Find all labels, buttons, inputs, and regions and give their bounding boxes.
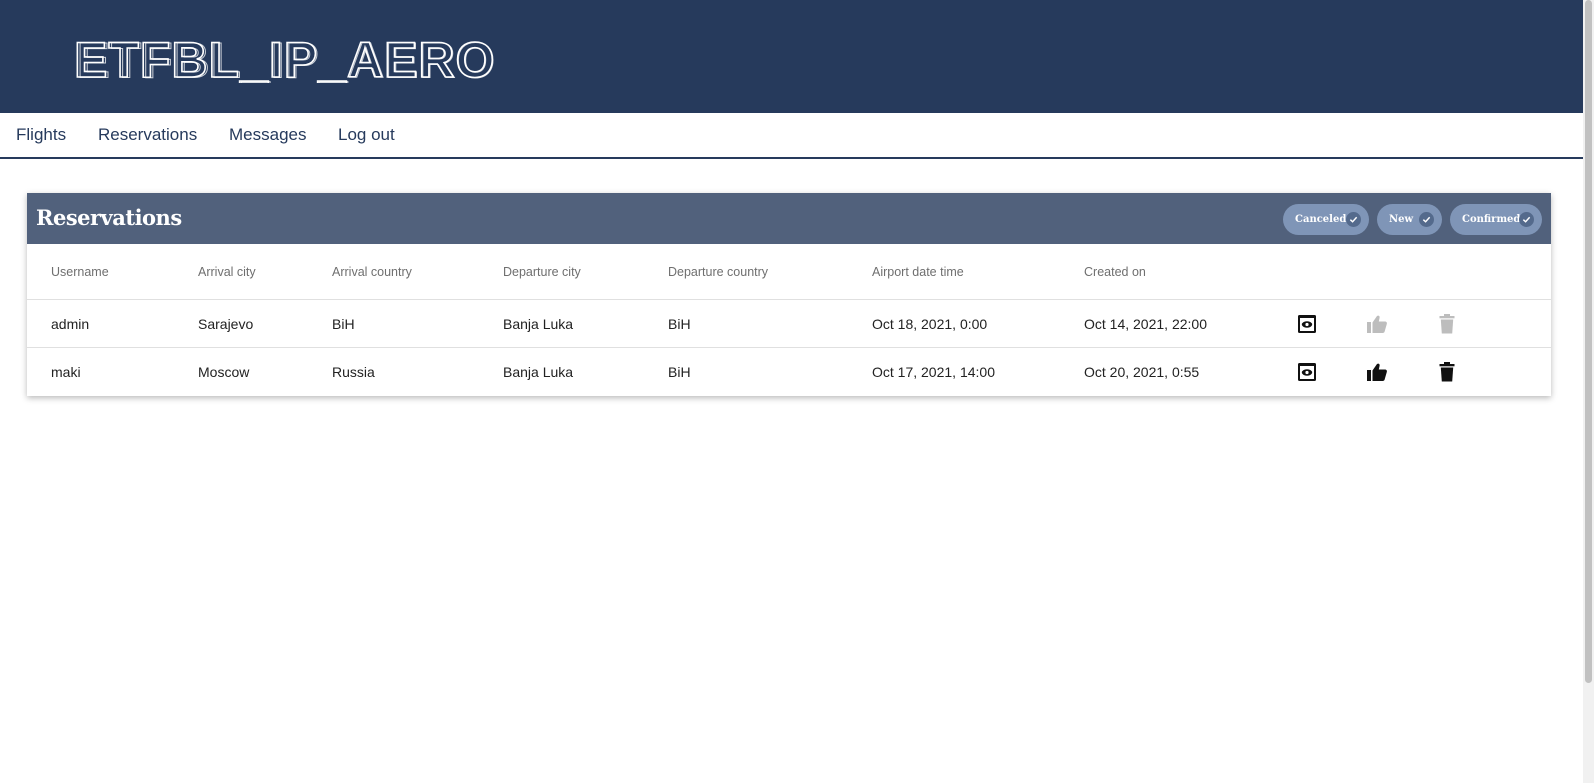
cell-arrival-city: Sarajevo: [198, 316, 254, 332]
column-header-username[interactable]: Username: [51, 265, 109, 279]
nav-reservations[interactable]: Reservations: [98, 125, 197, 145]
column-header-arrival-country[interactable]: Arrival country: [332, 265, 412, 279]
cell-username: maki: [51, 364, 81, 380]
cell-airport-date-time: Oct 18, 2021, 0:00: [872, 316, 988, 332]
cell-created-on: Oct 20, 2021, 0:55: [1084, 364, 1200, 380]
filter-chip-label: Confirmed: [1462, 214, 1521, 225]
app-header: ETFBL_IP_AERO ETFBL_IP_AERO: [0, 0, 1583, 113]
cell-departure-city: Banja Luka: [503, 364, 574, 380]
check-icon: [1519, 212, 1534, 227]
nav-flights[interactable]: Flights: [16, 125, 66, 145]
trash-icon[interactable]: [1435, 360, 1459, 384]
filter-chip-confirmed[interactable]: Confirmed: [1450, 204, 1542, 235]
filter-chip-new[interactable]: New: [1377, 204, 1442, 235]
thumb-up-icon: [1365, 312, 1389, 336]
trash-icon: [1435, 312, 1459, 336]
reservations-card: Reservations Canceled New Confirmed User…: [27, 193, 1551, 396]
cell-departure-city: Banja Luka: [503, 316, 574, 332]
column-header-airport-date-time[interactable]: Airport date time: [872, 265, 964, 279]
app-logo-text: ETFBL_IP_AERO ETFBL_IP_AERO: [74, 33, 496, 83]
cell-arrival-country: Russia: [332, 364, 375, 380]
app-logo: ETFBL_IP_AERO ETFBL_IP_AERO: [74, 18, 504, 98]
main-nav: Flights Reservations Messages Log out: [0, 113, 1583, 159]
check-icon: [1346, 212, 1361, 227]
filter-chip-canceled[interactable]: Canceled: [1283, 204, 1369, 235]
column-header-departure-city[interactable]: Departure city: [503, 265, 581, 279]
cell-arrival-city: Moscow: [198, 364, 250, 380]
scrollbar-thumb[interactable]: [1585, 0, 1592, 683]
nav-log-out[interactable]: Log out: [338, 125, 395, 145]
view-icon[interactable]: [1295, 360, 1319, 384]
card-header: Reservations Canceled New Confirmed: [27, 193, 1551, 244]
filter-chip-label: New: [1389, 214, 1414, 225]
cell-departure-country: BiH: [668, 316, 691, 332]
thumb-up-icon[interactable]: [1365, 360, 1389, 384]
column-header-departure-country[interactable]: Departure country: [668, 265, 768, 279]
row-divider: [27, 347, 1551, 348]
cell-airport-date-time: Oct 17, 2021, 14:00: [872, 364, 995, 380]
column-header-arrival-city[interactable]: Arrival city: [198, 265, 256, 279]
column-header-created-on[interactable]: Created on: [1084, 265, 1146, 279]
filter-chip-label: Canceled: [1295, 214, 1347, 225]
nav-messages[interactable]: Messages: [229, 125, 306, 145]
check-icon: [1419, 212, 1434, 227]
view-icon[interactable]: [1295, 312, 1319, 336]
logo-stroke-2: ETFBL_IP_AERO: [77, 33, 496, 83]
cell-departure-country: BiH: [668, 364, 691, 380]
row-divider: [27, 299, 1551, 300]
cell-created-on: Oct 14, 2021, 22:00: [1084, 316, 1207, 332]
cell-arrival-country: BiH: [332, 316, 355, 332]
card-title: Reservations: [36, 205, 182, 230]
page-scrollbar[interactable]: [1583, 0, 1594, 783]
cell-username: admin: [51, 316, 90, 332]
